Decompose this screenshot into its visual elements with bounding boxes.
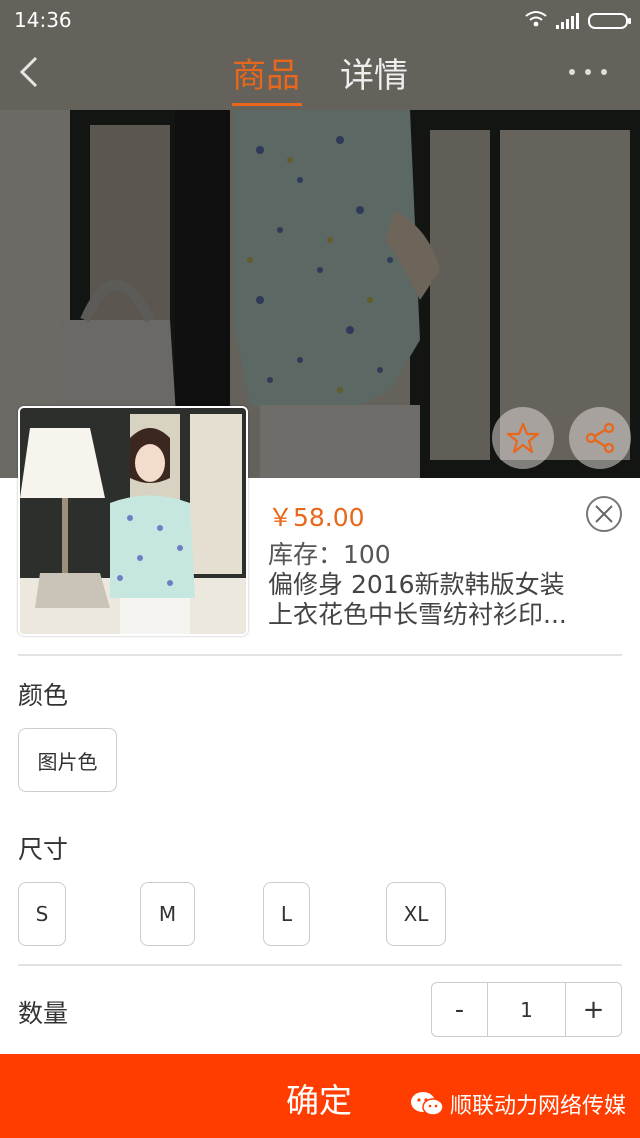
product-stock: 库存：100 (268, 540, 391, 569)
status-time: 14:36 (14, 8, 72, 32)
confirm-button[interactable]: 确定 顺联动力网络传媒 (0, 1054, 640, 1138)
quantity-decrease-button[interactable]: - (432, 983, 487, 1036)
more-dots-icon (569, 69, 607, 75)
divider (18, 654, 622, 656)
tab-active-indicator (232, 103, 302, 106)
quantity-increase-button[interactable]: + (566, 983, 621, 1036)
size-option-s[interactable]: S (18, 882, 66, 946)
watermark-text: 顺联动力网络传媒 (450, 1094, 627, 1119)
wifi-icon (524, 9, 548, 33)
share-icon (585, 422, 615, 454)
product-thumbnail (18, 406, 248, 636)
quantity-stepper: - 1 + (431, 982, 622, 1037)
product-title-line-2: 上衣花色中长雪纺衬衫印... (268, 600, 567, 629)
quantity-label: 数量 (18, 999, 69, 1028)
nav-bar: 商品 详情 (0, 38, 640, 108)
product-title: 偏修身 2016新款韩版女装 上衣花色中长雪纺衬衫印... (268, 570, 588, 630)
confirm-label: 确定 (286, 1081, 352, 1120)
close-button[interactable] (586, 496, 622, 532)
color-label: 颜色 (18, 681, 69, 710)
tab-details-label: 详情 (340, 56, 408, 96)
watermark: 顺联动力网络传媒 (410, 1088, 626, 1120)
size-label: 尺寸 (18, 835, 69, 864)
tab-details[interactable]: 详情 (340, 48, 408, 106)
size-option-l[interactable]: L (263, 882, 310, 946)
favorite-button[interactable] (492, 407, 554, 469)
product-title-line-1: 偏修身 2016新款韩版女装 (268, 570, 565, 599)
divider (18, 964, 622, 966)
product-price: ￥58.00 (268, 503, 365, 532)
product-options-screen: 14:36 商品 详情 ￥58.00 库存：100 偏修身 2016新款韩版女装… (0, 0, 640, 1138)
tab-goods[interactable]: 商品 (232, 48, 302, 106)
status-bar: 14:36 (0, 0, 640, 38)
color-option-picture[interactable]: 图片色 (18, 728, 117, 792)
size-option-label: XL (403, 902, 429, 926)
star-icon (507, 422, 539, 454)
back-arrow-icon (19, 56, 38, 88)
share-button[interactable] (569, 407, 631, 469)
size-option-m[interactable]: M (140, 882, 195, 946)
quantity-value[interactable]: 1 (487, 983, 566, 1036)
battery-icon (588, 10, 632, 34)
more-button[interactable] (566, 60, 610, 84)
tab-goods-label: 商品 (232, 56, 300, 96)
size-option-label: M (158, 902, 177, 926)
size-option-xl[interactable]: XL (386, 882, 446, 946)
close-icon (595, 505, 613, 523)
size-option-label: S (35, 902, 49, 926)
wechat-icon (411, 1092, 444, 1116)
signal-icon (556, 10, 582, 34)
size-option-label: L (280, 902, 293, 926)
back-button[interactable] (12, 52, 48, 92)
color-option-label: 图片色 (37, 749, 98, 774)
